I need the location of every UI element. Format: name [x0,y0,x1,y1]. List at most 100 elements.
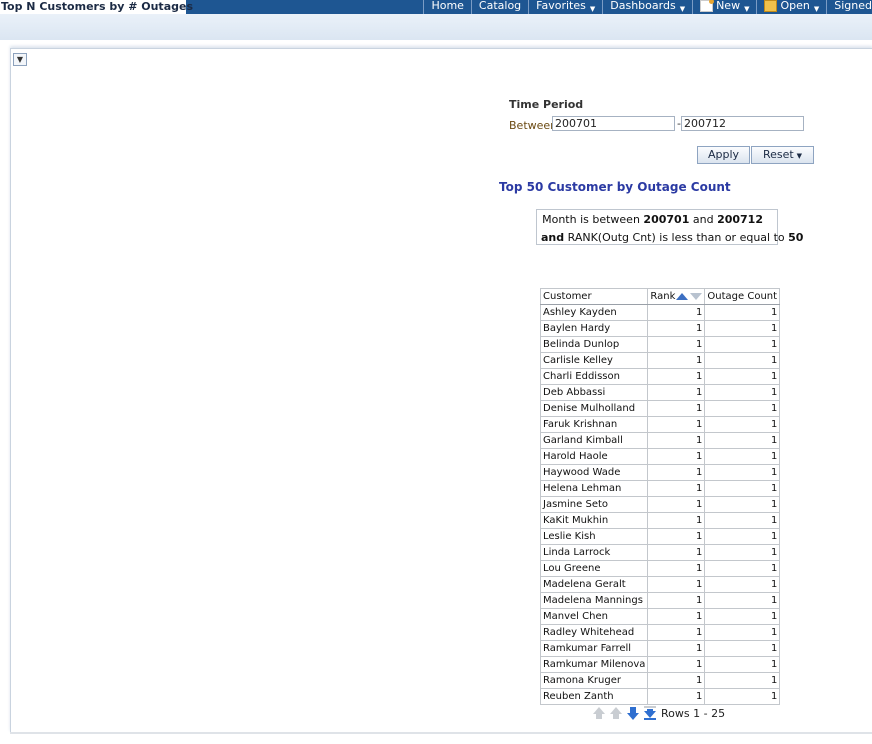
between-operator-label: Between [509,119,558,132]
outage-count-cell: 1 [704,368,781,385]
table-row: Belinda Dunlop 1 1 [539,336,781,353]
next-page-icon[interactable] [626,706,640,720]
pager-rows-text: Rows 1 - 25 [661,706,726,720]
rank-cell: 1 [647,608,706,625]
rank-cell: 1 [647,496,706,513]
previous-page-icon[interactable] [609,706,623,720]
nav-catalog[interactable]: Catalog [470,0,528,14]
table-row: Charli Eddisson 1 1 [539,368,781,385]
table-row: Deb Abbassi 1 1 [539,384,781,401]
filter-line-2: and RANK(Outg Cnt) is less than or equal… [541,231,803,244]
nav-favorites-label: Favorites [536,0,586,12]
filter-and-bold: and [541,231,565,244]
table-row: Ramkumar Milenova 1 1 [539,656,781,673]
outage-count-cell: 1 [704,480,781,497]
outage-count-cell: 1 [704,608,781,625]
rank-cell: 1 [647,512,706,529]
table-row: Garland Kimball 1 1 [539,432,781,449]
filter-month-text: Month is between [542,213,640,226]
nav-signed-label: Signed [834,0,872,12]
customer-cell: Belinda Dunlop [539,336,649,353]
rank-cell: 1 [647,304,706,321]
column-header-customer[interactable]: Customer [539,288,649,305]
outage-count-cell: 1 [704,544,781,561]
from-period-input[interactable]: 200701 [552,116,675,131]
table-row: Faruk Krishnan 1 1 [539,416,781,433]
outage-count-cell: 1 [704,688,781,705]
rank-cell: 1 [647,656,706,673]
nav-dashboards[interactable]: Dashboards ▼ [602,0,692,14]
table-row: Haywood Wade 1 1 [539,464,781,481]
rank-cell: 1 [647,480,706,497]
table-row: Helena Lehman 1 1 [539,480,781,497]
outage-count-cell: 1 [704,528,781,545]
show-all-rows-icon[interactable] [643,706,657,720]
nav-new[interactable]: New ▼ [692,0,756,14]
outage-count-cell: 1 [704,448,781,465]
rank-cell: 1 [647,688,706,705]
rank-cell: 1 [647,528,706,545]
customer-cell: Linda Larrock [539,544,649,561]
customer-cell: Reuben Zanth [539,688,649,705]
customer-cell: Garland Kimball [539,432,649,449]
customer-cell: Helena Lehman [539,480,649,497]
rank-cell: 1 [647,624,706,641]
filter-line-1: Month is between 200701 and 200712 [542,213,763,226]
customer-cell: Charli Eddisson [539,368,649,385]
table-row: Madelena Mannings 1 1 [539,592,781,609]
outage-count-cell: 1 [704,672,781,689]
nav-open-label: Open [780,0,810,12]
reset-button-label: Reset [762,148,794,161]
apply-button[interactable]: Apply [697,146,750,164]
filter-limit-value: 50 [788,231,804,244]
outage-count-cell: 1 [704,384,781,401]
nav-home[interactable]: Home [423,0,470,14]
rank-cell: 1 [647,560,706,577]
customer-cell: Deb Abbassi [539,384,649,401]
table-row: Ramona Kruger 1 1 [539,672,781,689]
sort-descending-icon[interactable] [690,292,703,300]
collapse-section-button[interactable]: ▼ [13,53,27,66]
nav-open[interactable]: Open ▼ [756,0,826,14]
to-period-input[interactable]: 200712 [681,116,804,131]
outage-count-cell: 1 [704,352,781,369]
table-row: Jasmine Seto 1 1 [539,496,781,513]
rank-cell: 1 [647,448,706,465]
sort-ascending-icon[interactable] [676,292,689,300]
filter-to-value: 200712 [717,213,763,226]
nav-new-label: New [716,0,741,12]
rank-cell: 1 [647,640,706,657]
customer-cell: Ashley Kayden [539,304,649,321]
nav-home-label: Home [431,0,464,12]
customer-cell: Leslie Kish [539,528,649,545]
filter-summary: Month is between 200701 and 200712 and R… [536,209,803,245]
chevron-down-icon: ▼ [796,152,803,160]
table-row: Lou Greene 1 1 [539,560,781,577]
reset-button[interactable]: Reset ▼ [751,146,814,164]
nav-signed[interactable]: Signed [826,0,872,14]
table-row: Radley Whitehead 1 1 [539,624,781,641]
outage-count-cell: 1 [704,656,781,673]
rank-cell: 1 [647,672,706,689]
first-page-icon[interactable] [592,706,606,720]
customer-cell: Madelena Geralt [539,576,649,593]
outage-count-cell: 1 [704,560,781,577]
apply-button-label: Apply [707,148,740,161]
rank-cell: 1 [647,592,706,609]
table-pager: Rows 1 - 25 [592,706,725,720]
nav-favorites[interactable]: Favorites ▼ [528,0,602,14]
outage-count-cell: 1 [704,320,781,337]
column-header-outage-count[interactable]: Outage Count [704,288,781,305]
column-header-rank[interactable]: Rank [647,288,706,305]
customer-cell: KaKit Mukhin [539,512,649,529]
rank-cell: 1 [647,368,706,385]
table-row: Ashley Kayden 1 1 [539,304,781,321]
column-header-label: Rank [650,291,676,302]
table-row: Ramkumar Farrell 1 1 [539,640,781,657]
outage-count-cell: 1 [704,304,781,321]
rank-cell: 1 [647,464,706,481]
table-row: Carlisle Kelley 1 1 [539,352,781,369]
column-header-label: Customer [543,291,592,302]
customer-cell: Denise Mulholland [539,400,649,417]
customer-cell: Ramona Kruger [539,672,649,689]
